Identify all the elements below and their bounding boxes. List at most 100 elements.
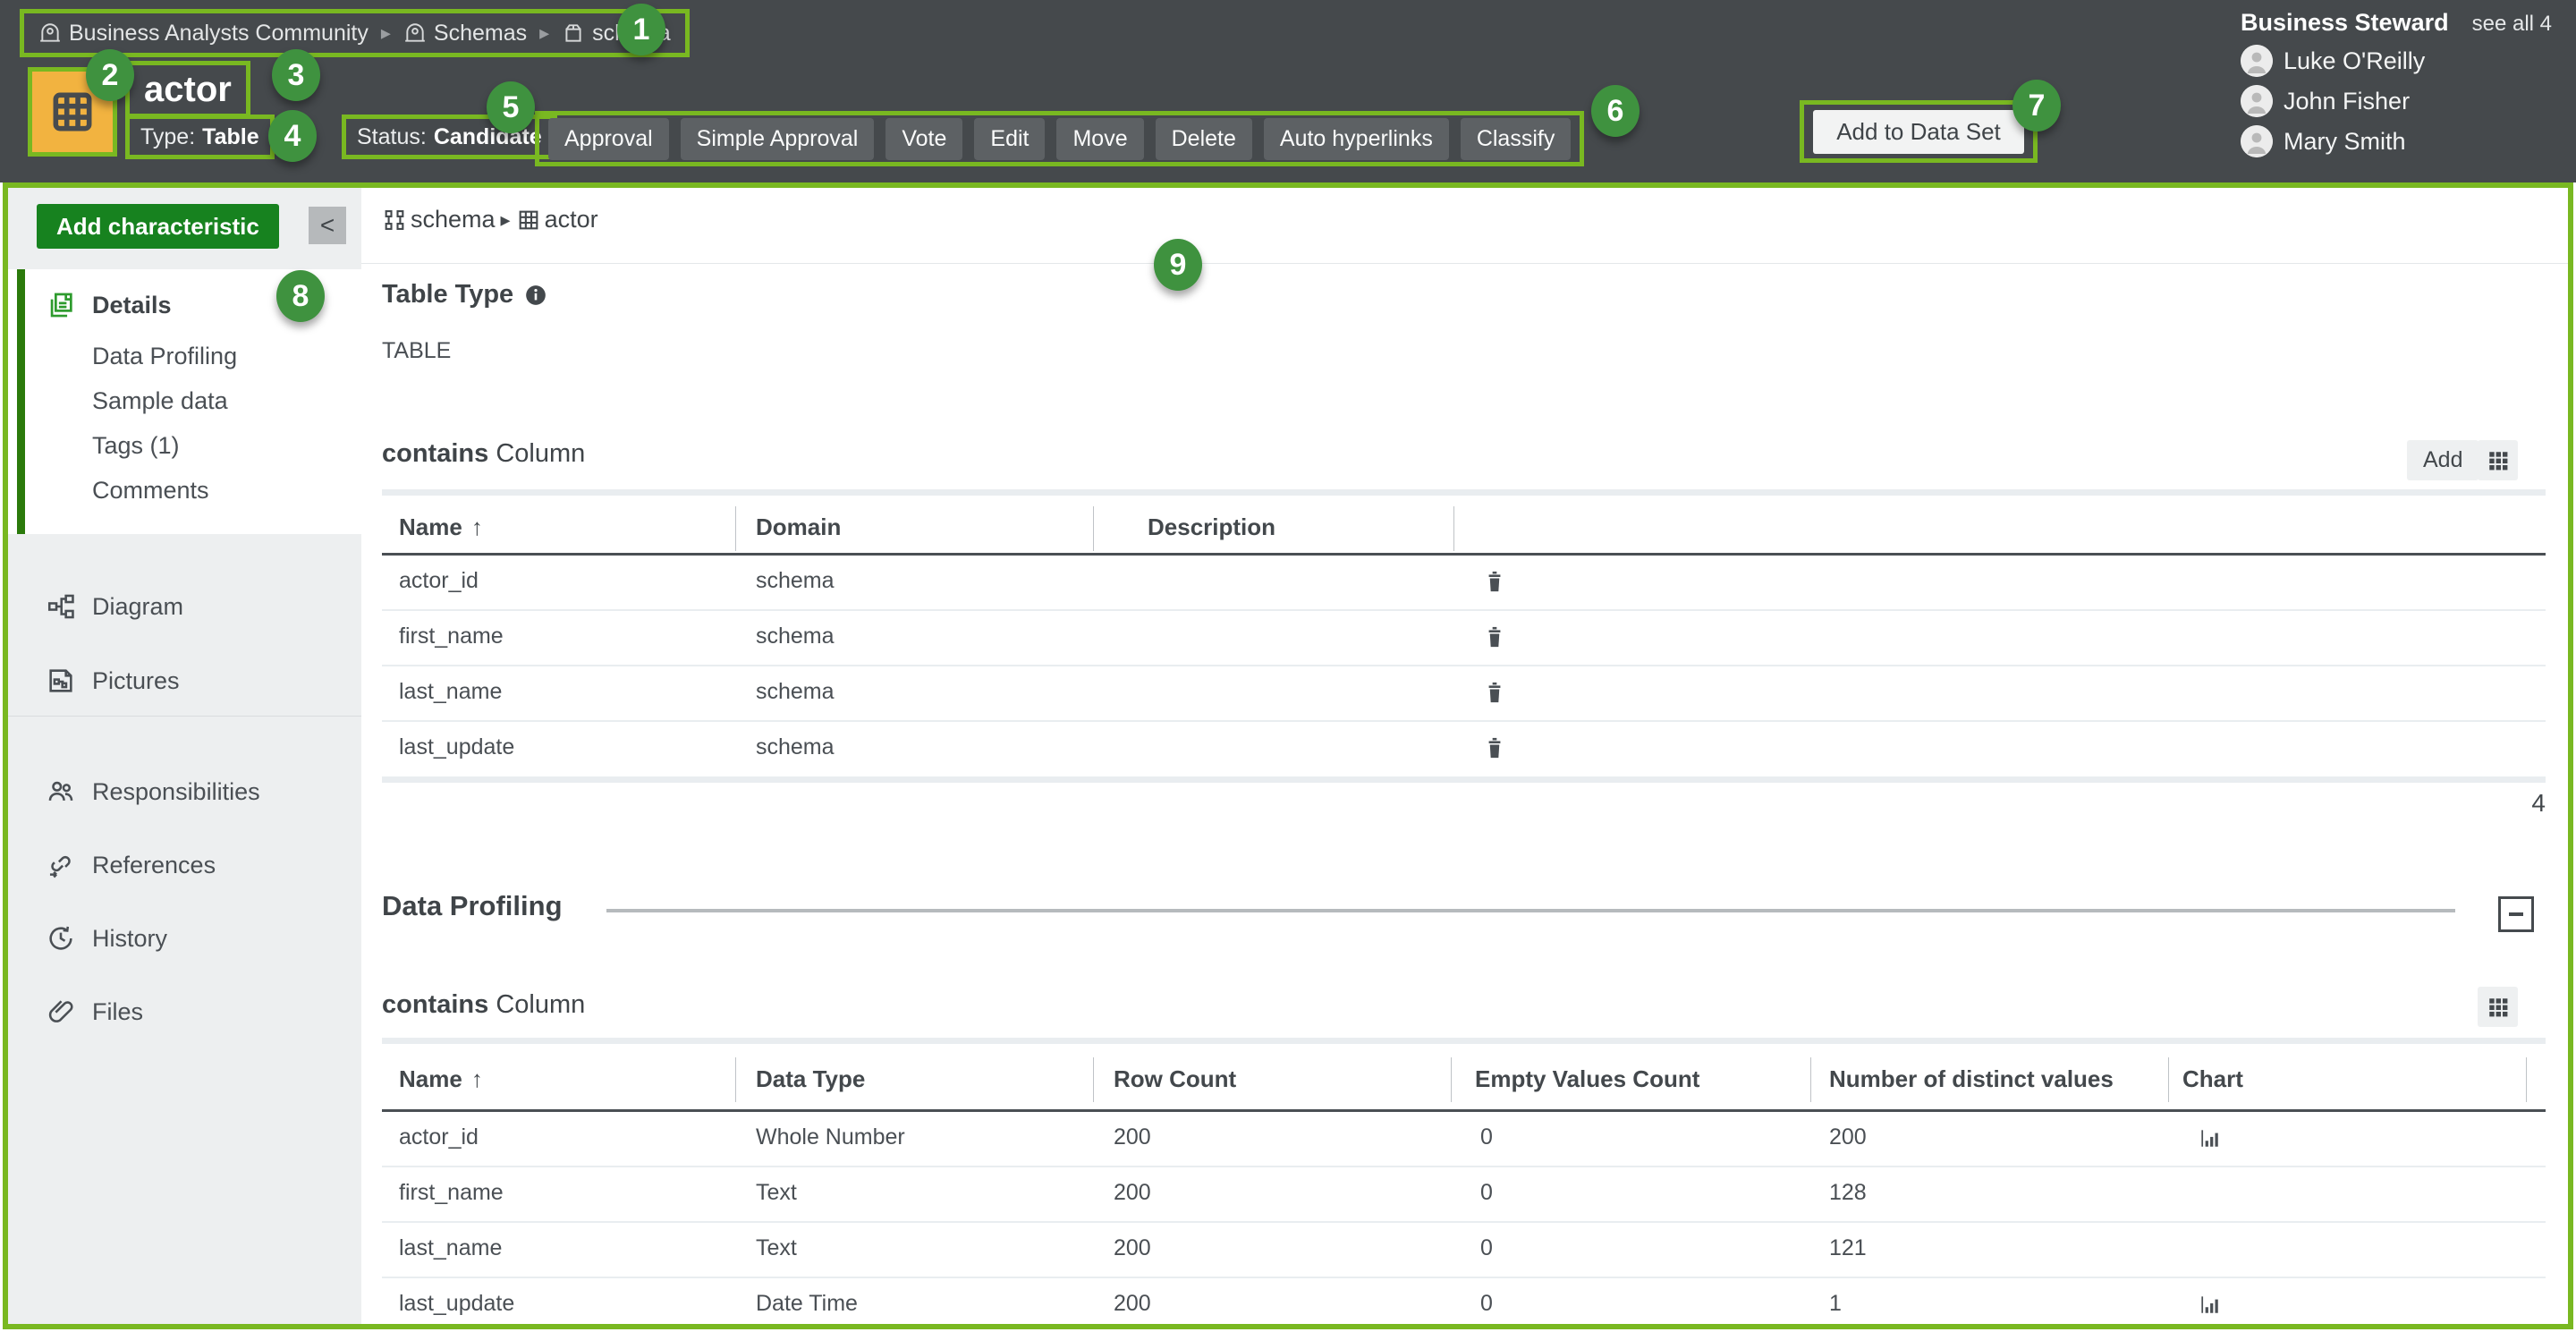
- breadcrumb-actor-link[interactable]: actor: [516, 206, 598, 233]
- steward-user[interactable]: Luke O'Reilly: [2241, 45, 2552, 77]
- link-icon: [46, 850, 76, 880]
- column-header-empty-values[interactable]: Empty Values Count: [1475, 1065, 1699, 1093]
- move-button[interactable]: Move: [1056, 118, 1143, 160]
- cell-name[interactable]: first_name: [399, 1180, 504, 1206]
- cell-name[interactable]: actor_id: [399, 568, 479, 594]
- collapse-section-button[interactable]: [2498, 896, 2534, 932]
- column-separator: [2168, 1057, 2169, 1102]
- sidebar-item-history[interactable]: History: [8, 919, 361, 958]
- column-header-row-count[interactable]: Row Count: [1114, 1065, 1236, 1093]
- breadcrumb-schema-link[interactable]: schema: [382, 206, 496, 233]
- cell-row-count: 200: [1114, 1235, 1151, 1261]
- row-count: 4: [2411, 789, 2546, 818]
- sidebar-item-comments[interactable]: Comments: [8, 471, 361, 510]
- profiling-table-header: Name ↑ Data Type Row Count Empty Values …: [382, 1049, 2546, 1112]
- paperclip-icon: [46, 997, 76, 1027]
- relation-type-label: Column: [496, 439, 585, 468]
- pictures-icon: [46, 666, 76, 696]
- column-header-name[interactable]: Name ↑: [399, 513, 483, 541]
- table-view-toggle-button[interactable]: [2478, 987, 2518, 1027]
- add-to-dataset-button[interactable]: Add to Data Set: [1813, 110, 2024, 154]
- delete-row-button[interactable]: [1482, 568, 1509, 595]
- column-header-distinct-values[interactable]: Number of distinct values: [1829, 1065, 2114, 1093]
- type-value: Table: [202, 124, 258, 150]
- column-header-name[interactable]: Name ↑: [399, 1065, 483, 1093]
- sidebar-item-responsibilities[interactable]: Responsibilities: [8, 772, 361, 811]
- column-separator: [735, 506, 736, 551]
- content-breadcrumb: schema ▸ actor: [382, 206, 598, 233]
- approval-button[interactable]: Approval: [548, 118, 669, 160]
- annotation-9: 9: [1154, 239, 1202, 291]
- table-row: first_name Text 200 0 128: [382, 1167, 2546, 1223]
- steward-user[interactable]: John Fisher: [2241, 85, 2552, 117]
- breadcrumb-community-link[interactable]: Business Analysts Community: [38, 21, 369, 47]
- chevron-right-icon: ▸: [501, 208, 511, 232]
- breadcrumb-schemas-link[interactable]: Schemas: [403, 21, 527, 47]
- business-steward-panel: Business Steward see all 4 Luke O'Reilly…: [2241, 9, 2552, 157]
- cell-empty-values: 0: [1480, 1291, 1493, 1317]
- sidebar-item-files[interactable]: Files: [8, 992, 361, 1031]
- column-separator: [735, 1057, 736, 1102]
- bar-chart-icon: [2198, 1126, 2221, 1150]
- sidebar-item-label: Responsibilities: [92, 778, 260, 806]
- sidebar-collapse-button[interactable]: <: [309, 207, 346, 244]
- simple-approval-button[interactable]: Simple Approval: [681, 118, 875, 160]
- delete-row-button[interactable]: [1482, 679, 1509, 706]
- cell-distinct-values: 200: [1829, 1124, 1867, 1150]
- sidebar-item-label: Comments: [92, 477, 209, 505]
- column-separator: [2526, 1057, 2527, 1102]
- cell-name[interactable]: last_update: [399, 734, 514, 760]
- vote-button[interactable]: Vote: [886, 118, 962, 160]
- sidebar-item-references[interactable]: References: [8, 845, 361, 885]
- cell-name[interactable]: actor_id: [399, 1124, 479, 1150]
- see-all-link[interactable]: see all 4: [2472, 12, 2552, 37]
- table-row: actor_id Whole Number 200 0 200: [382, 1112, 2546, 1167]
- status-label: Status:: [357, 124, 427, 150]
- data-profiling-heading: Data Profiling: [382, 890, 563, 922]
- table-type-heading: Table Type: [382, 280, 547, 310]
- delete-row-button[interactable]: [1482, 734, 1509, 761]
- column-chart-button[interactable]: [2198, 1291, 2224, 1318]
- auto-hyperlinks-button[interactable]: Auto hyperlinks: [1264, 118, 1449, 160]
- asset-type: Type: Table: [125, 115, 275, 159]
- column-chart-button[interactable]: [2198, 1124, 2224, 1151]
- annotation-3: 3: [272, 49, 320, 101]
- table-view-toggle-button[interactable]: [2478, 440, 2518, 480]
- column-header-chart[interactable]: Chart: [2182, 1065, 2243, 1093]
- sidebar-item-label: References: [92, 852, 216, 879]
- table-type-value: TABLE: [382, 338, 451, 364]
- table-row: first_name schema: [382, 611, 2546, 666]
- column-separator: [1093, 1057, 1094, 1102]
- add-characteristic-button[interactable]: Add characteristic: [37, 204, 279, 249]
- steward-name: John Fisher: [2284, 88, 2410, 115]
- sidebar-item-pictures[interactable]: Pictures: [8, 661, 361, 700]
- sidebar-item-sample-data[interactable]: Sample data: [8, 381, 361, 420]
- sidebar-item-data-profiling[interactable]: Data Profiling: [8, 336, 361, 376]
- edit-button[interactable]: Edit: [974, 118, 1045, 160]
- annotation-8: 8: [276, 270, 325, 322]
- add-relation-button[interactable]: Add: [2407, 440, 2479, 480]
- column-header-description[interactable]: Description: [1148, 513, 1275, 541]
- cell-name[interactable]: first_name: [399, 624, 504, 649]
- cell-name[interactable]: last_update: [399, 1291, 514, 1317]
- column-separator: [1451, 1057, 1452, 1102]
- delete-button[interactable]: Delete: [1156, 118, 1252, 160]
- section-divider-bar: [382, 776, 2546, 783]
- table-grid-icon: [47, 87, 97, 137]
- cell-name[interactable]: last_name: [399, 1235, 502, 1261]
- table-row: actor_id schema: [382, 556, 2546, 611]
- info-icon[interactable]: [524, 284, 547, 307]
- steward-user[interactable]: Mary Smith: [2241, 125, 2552, 157]
- relation-type-label: Column: [496, 990, 585, 1019]
- table-row: last_update Date Time 200 0 1: [382, 1278, 2546, 1332]
- content-divider: [361, 263, 2568, 264]
- delete-row-button[interactable]: [1482, 624, 1509, 650]
- sidebar-item-diagram[interactable]: Diagram: [8, 587, 361, 626]
- column-header-data-type[interactable]: Data Type: [756, 1065, 865, 1093]
- trash-icon: [1482, 680, 1507, 705]
- column-header-domain[interactable]: Domain: [756, 513, 841, 541]
- classify-button[interactable]: Classify: [1461, 118, 1572, 160]
- column-separator: [1453, 506, 1454, 551]
- cell-name[interactable]: last_name: [399, 679, 502, 705]
- sidebar-item-tags[interactable]: Tags (1): [8, 426, 361, 465]
